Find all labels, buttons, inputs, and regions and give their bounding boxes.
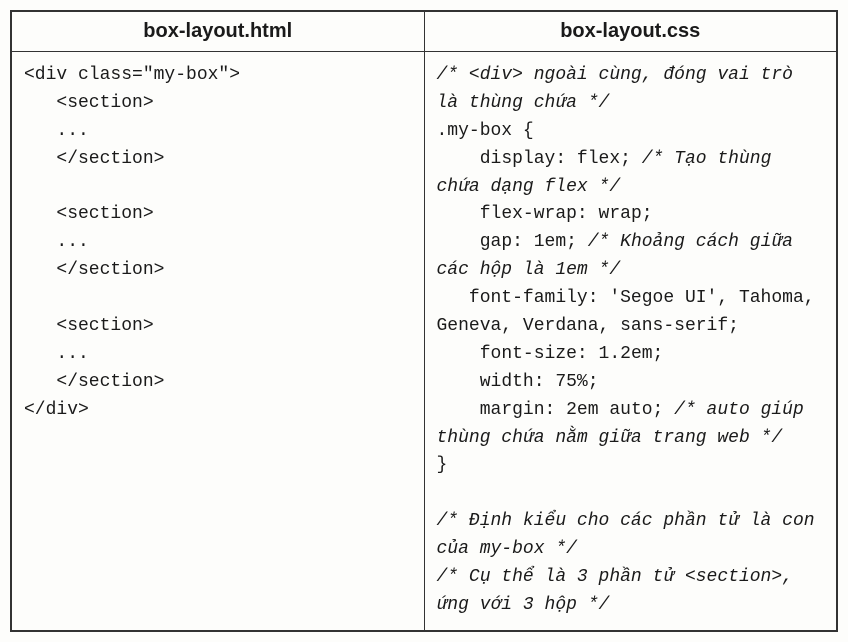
header-left: box-layout.html <box>11 11 424 52</box>
header-right: box-layout.css <box>424 11 837 52</box>
css-code: /* <div> ngoài cùng, đóng vai trò là thù… <box>425 52 837 630</box>
cell-html: <div class="my-box"> <section> ... </sec… <box>11 52 424 631</box>
html-code: <div class="my-box"> <section> ... </sec… <box>12 52 424 435</box>
code-compare-table: box-layout.html box-layout.css <div clas… <box>10 10 838 632</box>
cell-css: /* <div> ngoài cùng, đóng vai trò là thù… <box>424 52 837 631</box>
